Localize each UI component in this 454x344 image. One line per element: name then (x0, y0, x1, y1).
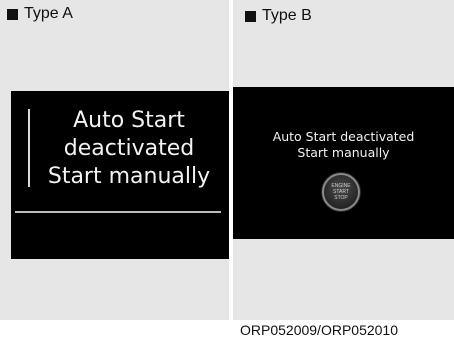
type-a-message: Auto Start deactivated Start manually (33, 107, 225, 191)
type-a-message-line: deactivated (63, 136, 195, 161)
type-a-label: Type A (24, 5, 73, 22)
type-b-message-line: Start manually (297, 145, 390, 160)
type-a-message-line: Start manually (47, 164, 211, 189)
type-b-message-line: Auto Start deactivated (272, 129, 415, 144)
type-a-display: Auto Start deactivated Start manually (11, 91, 229, 259)
engine-start-stop-icon: ENGINE START STOP (322, 173, 360, 211)
square-bullet-icon (7, 8, 18, 20)
image-code: ORP052009/ORP052010 (240, 322, 398, 338)
square-bullet-icon (245, 10, 256, 22)
display-left-bar (28, 109, 30, 187)
type-b-label: Type B (262, 7, 312, 24)
type-b-display: Auto Start deactivated Start manually EN… (233, 87, 454, 239)
display-divider (15, 211, 221, 213)
type-b-heading: Type B (245, 8, 312, 24)
type-a-heading: Type A (7, 6, 73, 22)
engine-button-text: STOP (334, 195, 348, 201)
type-a-panel: Type A Auto Start deactivated Start manu… (0, 0, 229, 320)
type-a-message-line: Auto Start (73, 108, 185, 133)
type-b-panel: Type B Auto Start deactivated Start manu… (233, 0, 454, 320)
type-b-message: Auto Start deactivated Start manually (233, 129, 454, 161)
